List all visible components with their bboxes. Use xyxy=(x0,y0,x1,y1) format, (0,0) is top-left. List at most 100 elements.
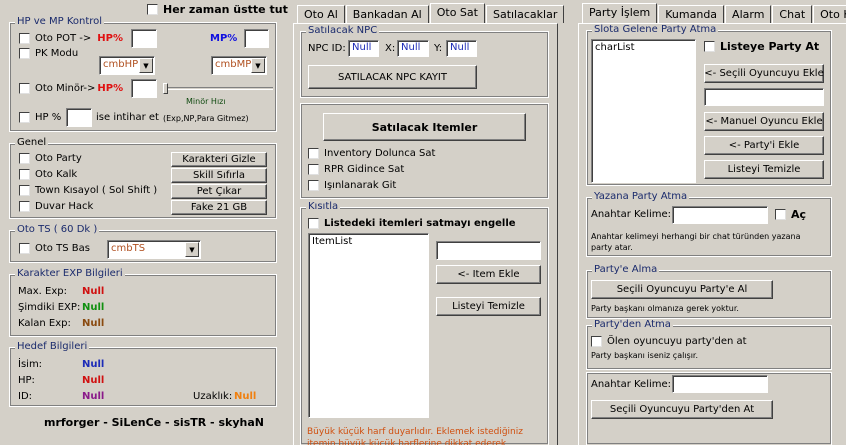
engelle-checkbox[interactable]: Listedeki itemleri satmayı engelle xyxy=(308,218,516,229)
checkbox-box[interactable] xyxy=(19,201,30,212)
oto-party-label: Oto Party xyxy=(35,153,82,164)
oto-minor-checkbox[interactable]: Oto Minör-> HP% xyxy=(19,83,123,94)
karakteri-gizle-button[interactable]: Karakteri Gizle xyxy=(171,152,267,167)
mp-pct-input[interactable] xyxy=(244,29,269,48)
manuel-oyuncu-ekle-button[interactable]: <- Manuel Oyuncu Ekle xyxy=(704,112,824,131)
isinlanarak-checkbox[interactable]: Işınlanarak Git xyxy=(308,180,396,191)
manuel-oyuncu-input[interactable] xyxy=(704,88,824,106)
chevron-down-icon[interactable]: ▼ xyxy=(139,58,153,73)
minor-speed-slider[interactable] xyxy=(163,83,273,95)
party-e-al-button[interactable]: Seçili Oyuncuyu Party'e Al xyxy=(591,280,773,299)
chevron-down-icon[interactable]: ▼ xyxy=(251,58,265,73)
item-input[interactable] xyxy=(436,241,541,260)
oto-ts-group-title: Oto TS ( 60 Dk ) xyxy=(15,224,100,235)
tab-alarm[interactable]: Alarm xyxy=(725,5,772,23)
npc-id-label: NPC ID: xyxy=(308,43,346,54)
hp-intihar-checkbox[interactable]: HP % xyxy=(19,112,61,123)
duvar-hack-checkbox[interactable]: Duvar Hack xyxy=(19,201,93,212)
checkbox-box[interactable] xyxy=(775,209,786,220)
always-on-top-checkbox[interactable]: Her zaman üstte tut xyxy=(147,3,288,16)
yazana-desc: Anahtar kelimeyi herhangi bir chat türün… xyxy=(591,232,801,252)
satilacak-itemler-button[interactable]: Satılacak Itemler xyxy=(323,113,526,141)
tab-party-islem[interactable]: Party İşlem xyxy=(582,3,658,23)
checkbox-box[interactable] xyxy=(308,180,319,191)
cmb-hp-dropdown[interactable]: cmbHP ▼ xyxy=(99,56,155,75)
pk-modu-checkbox[interactable]: PK Modu xyxy=(19,48,78,59)
tab-oto-sat[interactable]: Oto Sat xyxy=(429,3,485,23)
cmb-ts-dropdown[interactable]: cmbTS ▼ xyxy=(107,240,201,259)
tab-oto-al[interactable]: Oto Al xyxy=(297,5,345,23)
chevron-down-icon[interactable]: ▼ xyxy=(185,242,199,257)
slider-track xyxy=(163,87,273,90)
tab-bankadan-al[interactable]: Bankadan Al xyxy=(345,5,429,23)
oto-ts-checkbox[interactable]: Oto TS Bas xyxy=(19,243,90,254)
right-tabs: Party İşlem Kumanda Alarm Chat Oto Kutu xyxy=(582,3,846,23)
checkbox-box[interactable] xyxy=(19,169,30,180)
party-den-at-button[interactable]: Seçili Oyuncuyu Party'den At xyxy=(591,400,773,419)
atma-group: Party'den Atma xyxy=(586,319,832,370)
char-list[interactable]: charList xyxy=(591,39,696,183)
hedef-group-title: Hedef Bilgileri xyxy=(15,341,90,352)
slota-temizle-button[interactable]: Listeyi Temizle xyxy=(704,160,824,179)
intihar-label: ise intihar et xyxy=(96,112,159,123)
intihar-hp-input[interactable] xyxy=(66,108,92,127)
checkbox-box[interactable] xyxy=(147,4,158,15)
checkbox-box[interactable] xyxy=(308,164,319,175)
yazana-group-title: Yazana Party Atma xyxy=(592,191,690,202)
isinlanarak-label: Işınlanarak Git xyxy=(324,180,397,191)
pet-cikar-button[interactable]: Pet Çıkar xyxy=(171,184,267,199)
slider-thumb[interactable] xyxy=(163,83,168,94)
rpr-checkbox[interactable]: RPR Gidince Sat xyxy=(308,164,404,175)
checkbox-box[interactable] xyxy=(591,336,602,347)
olen-oyuncu-checkbox[interactable]: Ölen oyuncuyu party'den at xyxy=(591,336,747,347)
tab-satilacaklar[interactable]: Satılacaklar xyxy=(485,5,565,23)
listeye-party-checkbox[interactable]: Listeye Party At xyxy=(704,40,819,53)
oto-pot-checkbox[interactable]: Oto POT -> HP% xyxy=(19,33,123,44)
npc-kayit-button[interactable]: SATILACAK NPC KAYIT xyxy=(308,65,477,89)
checkbox-box[interactable] xyxy=(19,48,30,59)
town-shortcut-checkbox[interactable]: Town Kısayol ( Sol Shift ) xyxy=(19,185,157,196)
list-item[interactable]: ItemList xyxy=(312,236,425,247)
checkbox-box[interactable] xyxy=(19,112,30,123)
cmb-mp-dropdown[interactable]: cmbMP ▼ xyxy=(211,56,267,75)
hp-label: HP: xyxy=(18,375,35,386)
uzaklik-value: Null xyxy=(234,391,257,402)
yazana-anahtar-input[interactable] xyxy=(672,206,768,224)
inventory-full-checkbox[interactable]: Inventory Dolunca Sat xyxy=(308,148,435,159)
item-list[interactable]: ItemList xyxy=(308,233,429,418)
atma-anahtar-input[interactable] xyxy=(672,375,768,393)
checkbox-box[interactable] xyxy=(19,153,30,164)
checkbox-box[interactable] xyxy=(19,185,30,196)
tab-oto-kutu[interactable]: Oto Kutu xyxy=(813,5,846,23)
checkbox-box[interactable] xyxy=(19,83,30,94)
max-exp-label: Max. Exp: xyxy=(18,286,67,297)
oto-kalk-checkbox[interactable]: Oto Kalk xyxy=(19,169,77,180)
town-shortcut-label: Town Kısayol ( Sol Shift ) xyxy=(35,185,158,196)
checkbox-box[interactable] xyxy=(19,243,30,254)
alma-group-title: Party'e Alma xyxy=(592,264,660,275)
mp-pct-label: MP% xyxy=(210,33,238,44)
checkbox-box[interactable] xyxy=(704,41,715,52)
ac-checkbox[interactable]: Aç xyxy=(775,208,806,221)
always-on-top-label: Her zaman üstte tut xyxy=(163,3,288,16)
oto-party-checkbox[interactable]: Oto Party xyxy=(19,153,82,164)
minor-hp-input[interactable] xyxy=(131,79,157,98)
tab-kumanda[interactable]: Kumanda xyxy=(658,5,725,23)
checkbox-box[interactable] xyxy=(308,218,319,229)
olen-oyuncu-label: Ölen oyuncuyu party'den at xyxy=(607,336,747,347)
isim-label: İsim: xyxy=(18,359,43,370)
item-ekle-button[interactable]: <- Item Ekle xyxy=(436,265,541,284)
checkbox-box[interactable] xyxy=(19,33,30,44)
secili-oyuncu-ekle-button[interactable]: <- Seçili Oyuncuyu Ekle xyxy=(704,64,824,83)
fake-21gb-button[interactable]: Fake 21 GB xyxy=(171,200,267,215)
checkbox-box[interactable] xyxy=(308,148,319,159)
max-exp-value: Null xyxy=(82,286,105,297)
hp-pct2-label: HP % xyxy=(35,112,62,123)
list-item[interactable]: charList xyxy=(595,42,692,53)
hp-pct-input[interactable] xyxy=(131,29,157,48)
skill-sifirla-button[interactable]: Skill Sıfırla xyxy=(171,168,267,183)
party-ekle-button[interactable]: <- Party'i Ekle xyxy=(704,136,824,155)
tab-chat[interactable]: Chat xyxy=(772,5,813,23)
alma-note: Party başkanı olmanıza gerek yoktur. xyxy=(591,304,739,313)
kisitla-temizle-button[interactable]: Listeyi Temizle xyxy=(436,297,541,316)
